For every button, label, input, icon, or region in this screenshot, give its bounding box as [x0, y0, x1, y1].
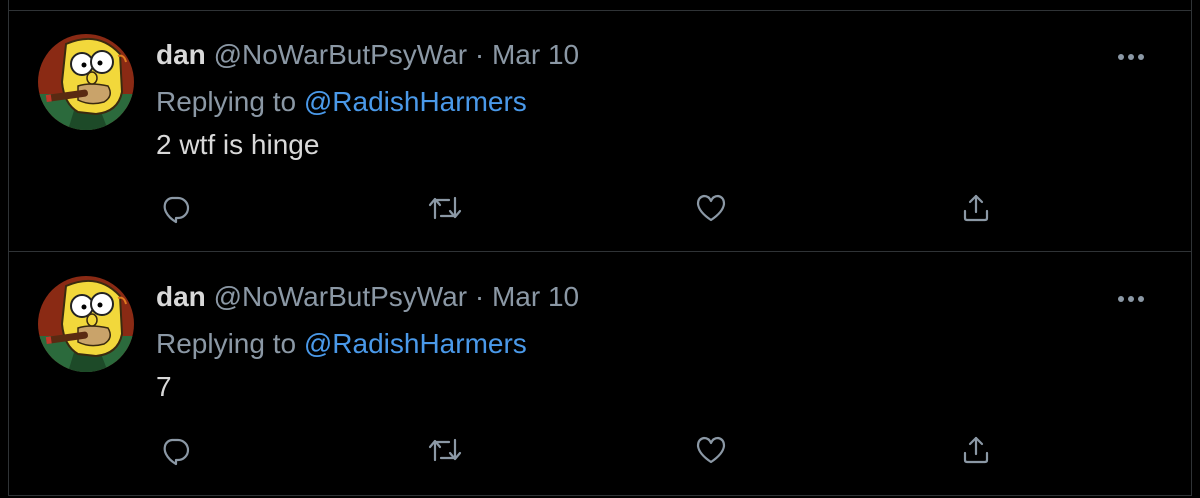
replying-to-line: Replying to @RadishHarmers	[156, 326, 527, 362]
tweet[interactable]: dan @NoWarButPsyWar · Mar 10 Replying to…	[8, 10, 1192, 252]
tweet-header: dan @NoWarButPsyWar · Mar 10	[156, 37, 579, 73]
user-handle[interactable]: @NoWarButPsyWar	[214, 281, 468, 312]
avatar[interactable]	[38, 34, 134, 130]
separator-dot: ·	[474, 281, 485, 312]
share-icon[interactable]	[958, 190, 998, 230]
tweet-date[interactable]: Mar 10	[492, 281, 579, 312]
replying-to-line: Replying to @RadishHarmers	[156, 84, 527, 120]
replying-to-prefix: Replying to	[156, 86, 297, 117]
tweet-actions	[9, 432, 1191, 472]
tweet-text: 2 wtf is hinge	[156, 129, 320, 160]
more-horizontal-icon[interactable]	[1113, 50, 1149, 62]
retweet-icon[interactable]	[425, 432, 465, 472]
reply-icon[interactable]	[157, 190, 197, 230]
more-horizontal-icon[interactable]	[1113, 292, 1149, 304]
like-icon[interactable]	[693, 190, 733, 230]
display-name[interactable]: dan	[156, 39, 206, 70]
user-handle[interactable]: @NoWarButPsyWar	[214, 39, 468, 70]
share-icon[interactable]	[958, 432, 998, 472]
separator-dot: ·	[474, 39, 485, 70]
tweet-date[interactable]: Mar 10	[492, 39, 579, 70]
tweet-text: 7	[156, 371, 172, 402]
replying-to-mention[interactable]: @RadishHarmers	[304, 86, 527, 117]
homer-avatar-image	[38, 276, 134, 372]
tweet-header: dan @NoWarButPsyWar · Mar 10	[156, 279, 579, 315]
tweet-actions	[9, 190, 1191, 230]
like-icon[interactable]	[693, 432, 733, 472]
tweet[interactable]: dan @NoWarButPsyWar · Mar 10 Replying to…	[8, 252, 1192, 496]
replying-to-prefix: Replying to	[156, 328, 297, 359]
display-name[interactable]: dan	[156, 281, 206, 312]
homer-avatar-image	[38, 34, 134, 130]
replying-to-mention[interactable]: @RadishHarmers	[304, 328, 527, 359]
retweet-icon[interactable]	[425, 190, 465, 230]
reply-icon[interactable]	[157, 432, 197, 472]
avatar[interactable]	[38, 276, 134, 372]
